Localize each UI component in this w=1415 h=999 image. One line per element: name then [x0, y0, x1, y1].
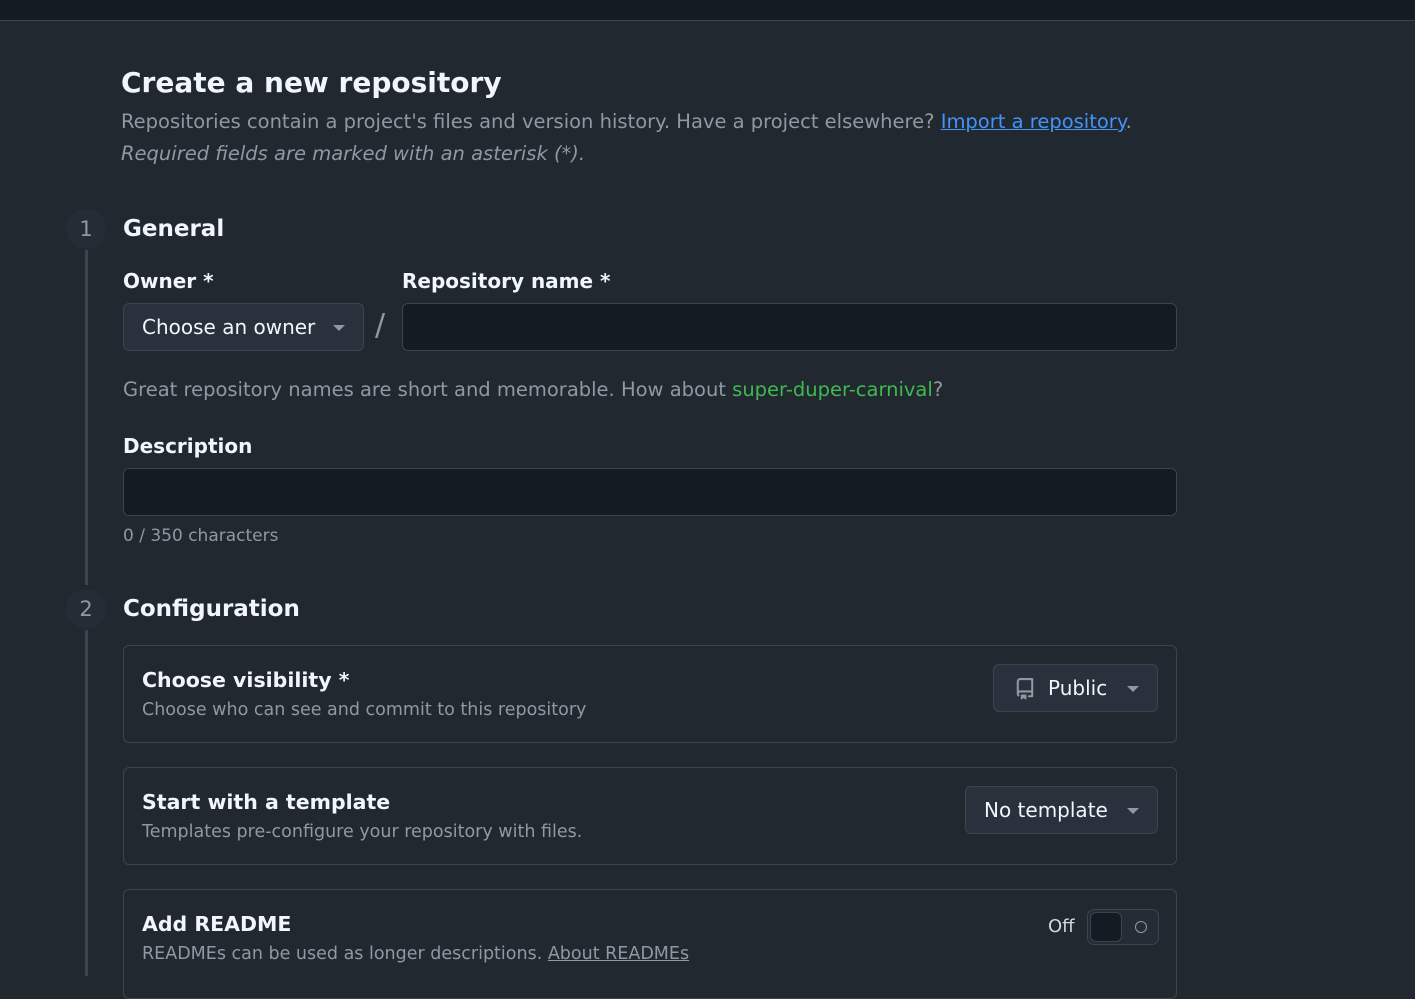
- readme-description-text: READMEs can be used as longer descriptio…: [142, 944, 548, 964]
- chevron-down-icon: [1127, 808, 1139, 814]
- template-title: Start with a template: [142, 790, 391, 814]
- readme-toggle[interactable]: [1087, 909, 1159, 945]
- step-1-number: 1: [66, 209, 106, 249]
- description-char-count: 0 / 350 characters: [123, 526, 279, 546]
- required-fields-note: Required fields are marked with an aster…: [121, 142, 586, 165]
- description-input[interactable]: [123, 468, 1177, 516]
- readme-toggle-label: Off: [1048, 916, 1075, 937]
- import-repository-link[interactable]: Import a repository: [941, 110, 1126, 133]
- description-label: Description: [123, 434, 253, 458]
- visibility-description: Choose who can see and commit to this re…: [142, 700, 587, 720]
- toggle-knob: [1090, 912, 1122, 942]
- subtitle-end: .: [1125, 110, 1132, 133]
- template-select[interactable]: No template: [965, 786, 1158, 834]
- owner-repo-separator: /: [375, 308, 386, 343]
- suggestion-prefix: Great repository names are short and mem…: [123, 378, 733, 401]
- section-title-configuration: Configuration: [123, 596, 300, 622]
- repository-name-label: Repository name *: [402, 269, 611, 293]
- owner-select[interactable]: Choose an owner: [123, 303, 364, 351]
- step-2-number: 2: [66, 589, 106, 629]
- visibility-select-value: Public: [1048, 676, 1108, 700]
- template-select-value: No template: [984, 798, 1108, 822]
- subtitle-text: Repositories contain a project's files a…: [121, 110, 941, 133]
- chevron-down-icon: [333, 325, 345, 331]
- visibility-title: Choose visibility *: [142, 668, 350, 692]
- toggle-off-icon: [1135, 921, 1147, 933]
- about-readmes-link[interactable]: About READMEs: [548, 944, 689, 964]
- visibility-box: Choose visibility * Choose who can see a…: [123, 645, 1177, 743]
- chevron-down-icon: [1127, 686, 1139, 692]
- page-title: Create a new repository: [121, 66, 502, 99]
- step-1-line: [85, 250, 88, 585]
- repository-name-input[interactable]: [402, 303, 1177, 351]
- repo-icon: [1016, 678, 1034, 700]
- top-bar: [0, 0, 1415, 21]
- owner-label: Owner *: [123, 269, 214, 293]
- readme-box: Add README READMEs can be used as longer…: [123, 889, 1177, 999]
- owner-select-value: Choose an owner: [142, 315, 316, 339]
- step-2-line: [85, 630, 88, 976]
- template-description: Templates pre-configure your repository …: [142, 822, 583, 842]
- name-suggestion: Great repository names are short and mem…: [123, 376, 943, 404]
- suggested-name[interactable]: super-duper-carnival: [732, 378, 933, 401]
- page-subtitle: Repositories contain a project's files a…: [121, 108, 1132, 136]
- readme-description: READMEs can be used as longer descriptio…: [142, 942, 689, 966]
- suggestion-suffix: ?: [932, 378, 944, 401]
- section-title-general: General: [123, 216, 225, 242]
- template-box: Start with a template Templates pre-conf…: [123, 767, 1177, 865]
- readme-title: Add README: [142, 912, 292, 936]
- visibility-select[interactable]: Public: [993, 664, 1158, 712]
